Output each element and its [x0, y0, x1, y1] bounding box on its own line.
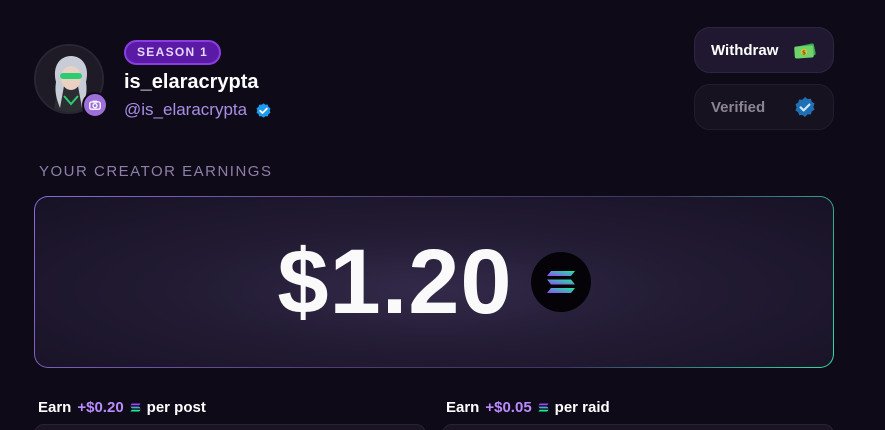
camera-icon — [89, 100, 101, 110]
username: is_elaracrypta — [124, 71, 259, 93]
withdraw-label: Withdraw — [711, 41, 779, 59]
earn-prefix: Earn — [38, 399, 72, 416]
handle-row: @is_elaracrypta — [124, 100, 273, 120]
post-task-card[interactable] — [34, 424, 426, 430]
earn-per-post: Earn +$0.20 per post — [38, 399, 206, 416]
earn-rate: +$0.05 — [485, 399, 532, 416]
earnings-card-inner: $1.20 — [35, 197, 833, 367]
solana-icon — [538, 403, 549, 412]
solana-coin — [530, 252, 591, 312]
svg-text:$: $ — [802, 49, 806, 56]
verified-badge-icon — [795, 97, 815, 117]
avatar-container — [34, 44, 108, 118]
verified-status: Verified — [694, 84, 834, 130]
solana-icon — [130, 403, 141, 412]
season-badge: SEASON 1 — [124, 40, 222, 65]
earn-rate: +$0.20 — [77, 399, 124, 416]
money-icon: $ — [794, 43, 816, 59]
solana-icon — [546, 271, 575, 293]
earn-suffix: per post — [146, 399, 206, 416]
earnings-section-title: YOUR CREATOR EARNINGS — [39, 163, 273, 180]
earn-per-raid: Earn +$0.05 per raid — [446, 399, 610, 416]
change-avatar-button[interactable] — [82, 92, 108, 118]
withdraw-button[interactable]: Withdraw $ — [694, 27, 834, 73]
raid-task-card[interactable] — [442, 424, 834, 430]
earnings-amount: $1.20 — [277, 230, 513, 333]
user-handle: @is_elaracrypta — [124, 100, 248, 119]
earn-prefix: Earn — [446, 399, 480, 416]
earnings-card: $1.20 — [34, 196, 834, 368]
verified-label: Verified — [711, 98, 766, 116]
earn-suffix: per raid — [554, 399, 610, 416]
verified-check-icon — [256, 102, 271, 118]
